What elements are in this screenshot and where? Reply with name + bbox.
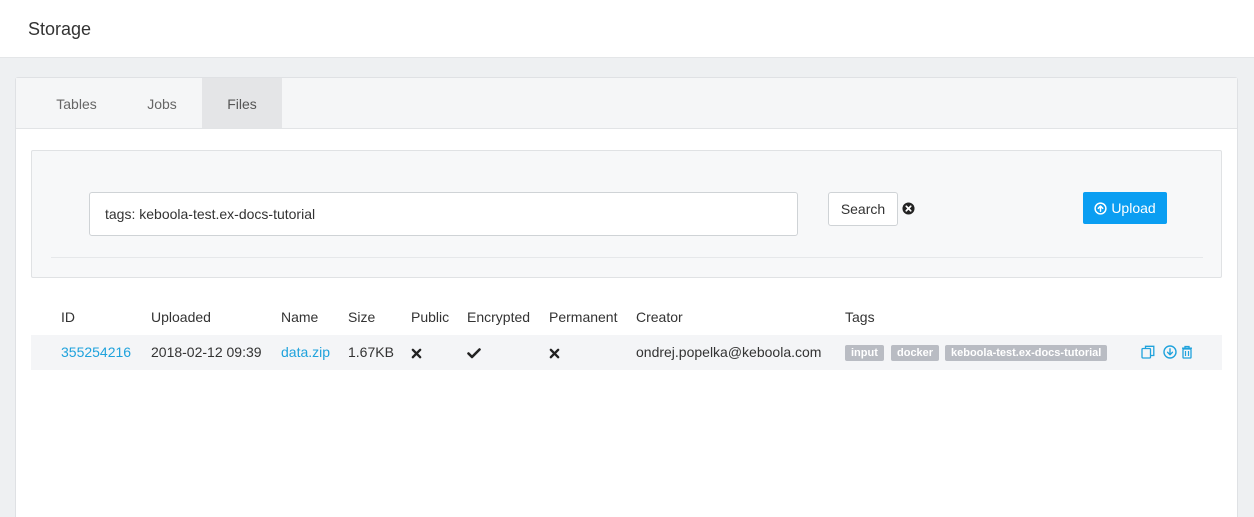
column-header-permanent: Permanent	[549, 309, 618, 325]
search-button[interactable]: Search	[828, 192, 898, 226]
storage-panel: Tables Jobs Files Search Upload ID Uploa…	[15, 77, 1238, 517]
encrypted-status	[467, 335, 481, 370]
times-circle-icon[interactable]	[902, 202, 915, 215]
tag-badge[interactable]: keboola-test.ex-docs-tutorial	[945, 345, 1108, 361]
trash-icon[interactable]	[1180, 345, 1194, 359]
check-icon	[467, 347, 481, 359]
divider	[51, 257, 1203, 258]
column-header-uploaded: Uploaded	[151, 309, 211, 325]
copy-icon[interactable]	[1141, 345, 1155, 359]
uploaded-date: 2018-02-12 09:39	[151, 344, 262, 360]
tab-bar: Tables Jobs Files	[16, 78, 1237, 129]
search-panel: Search Upload	[31, 150, 1222, 278]
file-size: 1.67KB	[348, 344, 394, 360]
creator-email: ondrej.popelka@keboola.com	[636, 344, 822, 360]
permanent-status	[549, 335, 560, 370]
top-bar: Storage	[0, 0, 1254, 58]
column-header-size: Size	[348, 309, 376, 325]
column-header-creator: Creator	[636, 309, 683, 325]
arrow-circle-up-icon	[1094, 201, 1107, 215]
tag-badge[interactable]: input	[845, 345, 884, 361]
column-header-public: Public	[411, 309, 450, 325]
upload-label: Upload	[1111, 200, 1156, 216]
tag-badge[interactable]: docker	[891, 345, 940, 361]
download-circle-icon[interactable]	[1163, 345, 1177, 359]
page-title: Storage	[28, 19, 92, 39]
search-input[interactable]	[89, 192, 798, 236]
upload-button[interactable]: Upload	[1083, 192, 1167, 224]
times-icon	[411, 348, 422, 359]
file-name-link[interactable]: data.zip	[281, 335, 330, 370]
column-header-encrypted: Encrypted	[467, 309, 531, 325]
tab-files[interactable]: Files	[202, 78, 282, 128]
public-status	[411, 335, 422, 370]
table-row: 355254216 2018-02-12 09:39 data.zip 1.67…	[31, 335, 1222, 370]
column-header-tags: Tags	[845, 309, 875, 325]
tab-jobs[interactable]: Jobs	[125, 78, 199, 128]
column-header-name: Name	[281, 309, 319, 325]
tab-tables[interactable]: Tables	[35, 78, 118, 128]
file-id-link[interactable]: 355254216	[61, 335, 131, 370]
times-icon	[549, 348, 560, 359]
column-header-id: ID	[61, 309, 75, 325]
